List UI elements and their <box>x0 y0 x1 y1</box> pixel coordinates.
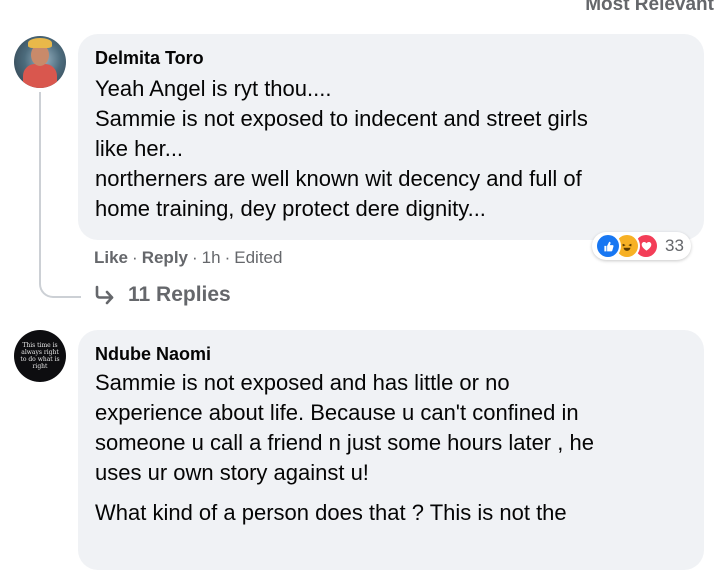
comment-line: Sammie is not exposed to indecent and st… <box>95 106 588 131</box>
comment-line: home training, dey protect dere dignity.… <box>95 196 486 221</box>
reply-arrow-icon <box>95 285 114 305</box>
avatar-figure-hat <box>28 38 52 48</box>
separator-dot: · <box>192 248 198 267</box>
comment-line: Sammie is not exposed and has little or … <box>95 370 510 395</box>
comment-line: like her... <box>95 136 184 161</box>
reactions-summary[interactable]: 33 <box>592 232 691 260</box>
reply-link[interactable]: Reply <box>142 248 188 267</box>
reaction-count: 33 <box>665 236 684 255</box>
comment-line: What kind of a person does that ? This i… <box>95 500 567 525</box>
replies-label: 11 Replies <box>128 283 231 306</box>
avatar-figure-body <box>23 64 57 88</box>
separator-dot: · <box>132 248 138 267</box>
separator-dot: · <box>224 248 231 267</box>
avatar-quote-text: This time is always right to do what is … <box>20 342 60 370</box>
comment-text: Yeah Angel is ryt thou.... Sammie is not… <box>95 74 688 224</box>
comment-line: Yeah Angel is ryt thou.... <box>95 76 332 101</box>
like-link[interactable]: Like <box>94 248 128 267</box>
comment-author[interactable]: Delmita Toro <box>95 48 204 69</box>
edited-label[interactable]: Edited <box>234 248 282 267</box>
comment-actions: Like · Reply · 1h · Edited <box>94 248 282 268</box>
comment-line: uses ur own story against u! <box>95 460 369 485</box>
comment-bubble: Ndube Naomi Sammie is not exposed and ha… <box>78 330 704 570</box>
avatar[interactable]: This time is always right to do what is … <box>14 330 66 382</box>
reply-thread-line <box>39 92 81 298</box>
comment-line: northerners are well known wit decency a… <box>95 166 582 191</box>
comment-line: someone u call a friend n just some hour… <box>95 430 594 455</box>
like-icon <box>595 233 621 259</box>
view-replies-button[interactable]: 11 Replies <box>94 283 231 307</box>
comment-text: Sammie is not exposed and has little or … <box>95 368 688 528</box>
comment-line: experience about life. Because u can't c… <box>95 400 579 425</box>
comment-author[interactable]: Ndube Naomi <box>95 344 211 365</box>
avatar[interactable] <box>14 36 66 88</box>
comment-time[interactable]: 1h <box>202 248 221 267</box>
sort-dropdown[interactable]: Most Relevant <box>585 0 714 16</box>
comment-bubble: Delmita Toro Yeah Angel is ryt thou.... … <box>78 34 704 240</box>
